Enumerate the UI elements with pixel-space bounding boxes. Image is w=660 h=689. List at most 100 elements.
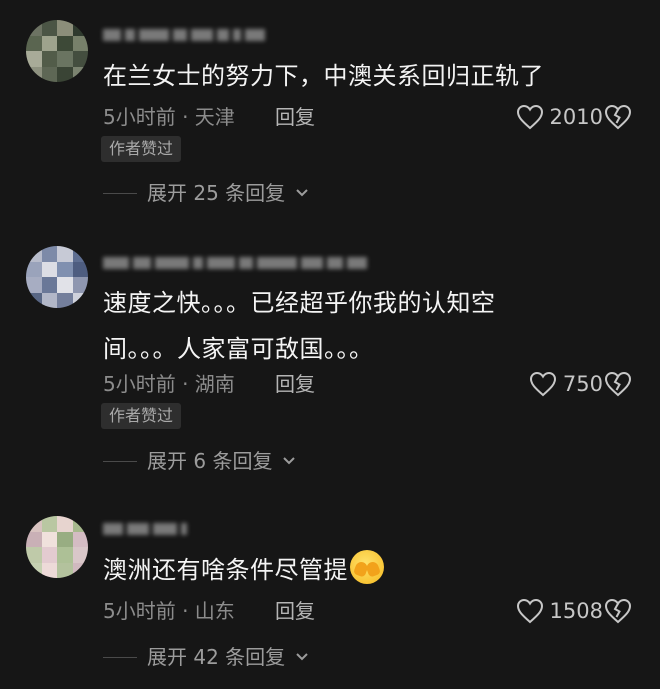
avatar-pixel	[26, 66, 42, 82]
avatar-pixel	[41, 547, 57, 563]
avatar-pixel	[26, 516, 42, 532]
reply-button[interactable]: 回复	[275, 596, 315, 626]
avatar-pixel	[41, 516, 57, 532]
author-liked-badge: 作者赞过	[101, 403, 182, 429]
comment-text-line: 速度之快。。。已经超乎你我的认知空	[103, 289, 496, 317]
avatar-pixel	[41, 51, 57, 67]
heart-outline-icon	[516, 104, 543, 130]
broken-heart-icon	[604, 598, 632, 624]
like-button[interactable]: 1508	[483, 596, 603, 626]
avatar-pixel	[72, 246, 88, 262]
avatar-pixel	[57, 20, 73, 36]
avatar-pixel	[26, 547, 42, 563]
avatar-pixel	[57, 516, 73, 532]
heart-outline-icon	[516, 598, 543, 624]
avatar-pixel	[57, 246, 73, 262]
chevron-down-icon	[295, 652, 309, 662]
like-button[interactable]: 2010	[483, 102, 603, 132]
avatar-pixel	[41, 246, 57, 262]
avatar-pixel	[72, 51, 88, 67]
username-blurred[interactable]	[103, 252, 403, 272]
avatar-pixel	[57, 277, 73, 293]
username-blurred[interactable]	[103, 518, 403, 538]
avatar-image	[26, 246, 88, 308]
avatar-pixel	[72, 516, 88, 532]
avatar-pixel	[57, 562, 73, 578]
comment-text: 澳洲还有啥条件尽管提	[103, 547, 623, 593]
dislike-button[interactable]	[603, 369, 633, 399]
avatar-pixel	[72, 292, 88, 308]
avatar-pixel	[57, 292, 73, 308]
avatar-pixel	[41, 35, 57, 51]
divider-line	[103, 460, 137, 462]
avatar-pixel	[41, 20, 57, 36]
avatar-pixel	[57, 531, 73, 547]
divider-line	[103, 192, 137, 194]
comment-text: 速度之快。。。已经超乎你我的认知空 间。。。人家富可敌国。。。	[103, 280, 623, 372]
dislike-button[interactable]	[603, 596, 633, 626]
avatar-pixel	[41, 66, 57, 82]
author-liked-badge: 作者赞过	[101, 136, 182, 162]
avatar-pixel	[72, 20, 88, 36]
avatar-pixel	[57, 35, 73, 51]
avatar-pixel	[57, 51, 73, 67]
avatar-pixel	[26, 292, 42, 308]
comment-time-location: 5小时前 · 湖南	[103, 372, 235, 396]
expand-replies-button[interactable]: 展开 25 条回复	[103, 178, 309, 208]
heart-outline-icon	[529, 371, 556, 397]
expand-replies-button[interactable]: 展开 42 条回复	[103, 642, 309, 672]
avatar[interactable]	[26, 246, 88, 308]
avatar-pixel	[57, 261, 73, 277]
avatar-pixel	[26, 20, 42, 36]
avatar-pixel	[57, 547, 73, 563]
avatar-image	[26, 516, 88, 578]
avatar-pixel	[72, 35, 88, 51]
reply-button[interactable]: 回复	[275, 369, 315, 399]
expand-replies-label: 展开 25 条回复	[147, 181, 286, 205]
expand-replies-label: 展开 42 条回复	[147, 645, 286, 669]
like-count: 2010	[549, 105, 603, 129]
like-count: 750	[562, 372, 603, 396]
avatar[interactable]	[26, 516, 88, 578]
avatar-pixel	[41, 261, 57, 277]
expand-replies-label: 展开 6 条回复	[147, 449, 273, 473]
avatar-pixel	[26, 562, 42, 578]
covering-face-emoji-icon	[350, 550, 384, 584]
username-blurred[interactable]	[103, 24, 403, 44]
avatar[interactable]	[26, 20, 88, 82]
avatar-pixel	[72, 547, 88, 563]
dislike-button[interactable]	[603, 102, 633, 132]
broken-heart-icon	[604, 371, 632, 397]
comment-text-content: 澳洲还有啥条件尽管提	[103, 556, 348, 584]
avatar-image	[26, 20, 88, 82]
avatar-pixel	[26, 51, 42, 67]
avatar-pixel	[57, 66, 73, 82]
reply-button[interactable]: 回复	[275, 102, 315, 132]
divider-line	[103, 656, 137, 658]
expand-replies-button[interactable]: 展开 6 条回复	[103, 446, 296, 476]
comment-meta: 5小时前 · 天津 回复 2010	[103, 102, 633, 132]
comment-text-line: 间。。。人家富可敌国。。。	[103, 335, 374, 363]
comment-time-location: 5小时前 · 山东	[103, 599, 235, 623]
comment-meta: 5小时前 · 湖南 回复 750	[103, 369, 633, 399]
avatar-pixel	[26, 35, 42, 51]
avatar-pixel	[72, 562, 88, 578]
like-count: 1508	[549, 599, 603, 623]
avatar-pixel	[41, 531, 57, 547]
avatar-pixel	[41, 562, 57, 578]
avatar-pixel	[41, 292, 57, 308]
avatar-pixel	[26, 246, 42, 262]
avatar-pixel	[41, 277, 57, 293]
chevron-down-icon	[282, 456, 296, 466]
avatar-pixel	[72, 66, 88, 82]
comment-meta: 5小时前 · 山东 回复 1508	[103, 596, 633, 626]
chevron-down-icon	[295, 188, 309, 198]
avatar-pixel	[72, 261, 88, 277]
avatar-pixel	[26, 277, 42, 293]
comment-time-location: 5小时前 · 天津	[103, 105, 235, 129]
comment-text: 在兰女士的努力下，中澳关系回归正轨了	[103, 62, 544, 90]
avatar-pixel	[72, 277, 88, 293]
avatar-pixel	[72, 531, 88, 547]
broken-heart-icon	[604, 104, 632, 130]
like-button[interactable]: 750	[483, 369, 603, 399]
